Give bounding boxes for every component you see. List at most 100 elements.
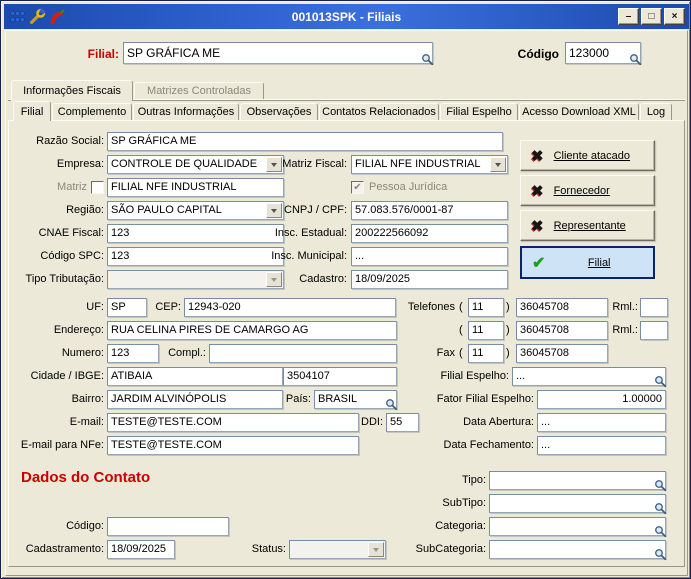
filial-header-input[interactable]: SP GRÁFICA ME <box>123 42 434 66</box>
matriz-fiscal-select[interactable]: FILIAL NFE INDUSTRIAL <box>351 155 508 174</box>
tools-icon <box>29 8 46 25</box>
ibge-value: 3504107 <box>287 370 330 382</box>
email-nfe-label: E-mail para NFe: <box>20 439 104 451</box>
x-icon: ✖ <box>531 147 544 165</box>
tab-label: Outras Informações <box>137 106 235 118</box>
empresa-label: Empresa: <box>56 158 104 170</box>
toggle-filial[interactable]: ✔ Filial <box>520 246 655 279</box>
filial-espelho-input[interactable]: ... <box>512 367 667 388</box>
uf-input[interactable]: SP <box>107 298 147 317</box>
cadastramento-input[interactable]: 18/09/2025 <box>107 540 175 559</box>
cidade-ibge-label: Cidade / IBGE: <box>30 370 104 382</box>
insc-estadual-value: 200222566092 <box>355 227 429 239</box>
lookup-icon[interactable] <box>421 53 434 66</box>
cidade-input[interactable]: ATIBAIA <box>107 367 283 386</box>
contato-codigo-label: Código: <box>66 520 104 532</box>
lookup-icon[interactable] <box>385 398 398 411</box>
empresa-value: CONTROLE DE QUALIDADE <box>111 158 258 170</box>
endereco-input[interactable]: RUA CELINA PIRES DE CAMARGO AG <box>107 321 397 340</box>
data-abertura-value: ... <box>541 416 551 428</box>
maximize-button[interactable]: □ <box>641 8 662 25</box>
subcategoria-input[interactable] <box>489 540 667 561</box>
role-label: Representante <box>553 219 626 232</box>
tab-acesso-download-xml[interactable]: Acesso Download XML <box>519 103 639 120</box>
fator-filial-espelho-input[interactable]: 1.00000 <box>537 390 666 409</box>
lookup-icon[interactable] <box>654 479 667 492</box>
insc-municipal-input[interactable]: ... <box>351 247 508 266</box>
email-input[interactable]: TESTE@TESTE.COM <box>107 413 359 432</box>
codigo-header-input[interactable]: 123000 <box>565 42 642 66</box>
tab-label: Log <box>646 106 666 118</box>
telefones-label: Telefones <box>407 301 455 313</box>
x-icon: ✖ <box>531 182 544 200</box>
razao-social-input[interactable]: SP GRÁFICA ME <box>107 132 503 151</box>
lookup-icon[interactable] <box>654 502 667 515</box>
matriz-checkbox[interactable] <box>91 181 104 194</box>
tipo-input[interactable] <box>489 471 667 492</box>
filial-header-value: SP GRÁFICA ME <box>127 46 221 60</box>
pais-label: País: <box>285 393 311 405</box>
cnpj-cpf-value: 57.083.576/0001-87 <box>355 204 454 216</box>
rml1-input[interactable] <box>640 298 668 317</box>
insc-estadual-label: Insc. Estadual: <box>274 227 347 239</box>
data-fechamento-input[interactable]: ... <box>537 436 666 455</box>
close-button[interactable]: × <box>664 8 685 25</box>
cnae-fiscal-value: 123 <box>111 227 130 239</box>
phone2-number-input[interactable]: 36045708 <box>516 321 608 340</box>
insc-municipal-value: ... <box>355 250 365 262</box>
cadastramento-label: Cadastramento: <box>25 543 104 555</box>
email-label: E-mail: <box>69 416 104 428</box>
numero-value: 123 <box>111 347 130 359</box>
tab-informacoes-fiscais[interactable]: Informações Fiscais <box>11 80 133 101</box>
cadastro-input[interactable]: 18/09/2025 <box>351 270 508 289</box>
tab-matrizes-controladas[interactable]: Matrizes Controladas <box>134 82 264 99</box>
chevron-down-icon[interactable] <box>490 157 506 172</box>
cep-input[interactable]: 12943-020 <box>184 298 396 317</box>
tab-contatos-relacionados[interactable]: Contatos Relacionados <box>319 103 439 120</box>
data-abertura-input[interactable]: ... <box>537 413 666 432</box>
ibge-input[interactable]: 3504107 <box>283 367 397 386</box>
pessoa-juridica-label: Pessoa Jurídica <box>369 181 448 193</box>
insc-estadual-input[interactable]: 200222566092 <box>351 224 508 243</box>
codigo-spc-label: Código SPC: <box>40 250 104 262</box>
toggle-cliente-atacado[interactable]: ✖ Cliente atacado <box>520 140 655 171</box>
contato-codigo-input[interactable] <box>107 517 229 536</box>
cadastro-label: Cadastro: <box>299 273 347 285</box>
rml2-input[interactable] <box>640 321 668 340</box>
subtipo-input[interactable] <box>489 494 667 515</box>
tab-observacoes[interactable]: Observações <box>240 103 318 120</box>
pais-input[interactable]: BRASIL <box>314 390 398 411</box>
numero-input[interactable]: 123 <box>107 344 159 363</box>
toggle-representante[interactable]: ✖ Representante <box>520 210 655 241</box>
lookup-icon[interactable] <box>654 548 667 561</box>
phone1-ddd-input[interactable]: 11 <box>468 298 504 317</box>
bairro-input[interactable]: JARDIM ALVINÓPOLIS <box>107 390 283 409</box>
cnpj-cpf-input[interactable]: 57.083.576/0001-87 <box>351 201 508 220</box>
categoria-input[interactable] <box>489 517 667 538</box>
fax-ddd-input[interactable]: 11 <box>468 344 504 363</box>
tab-label: Filial <box>20 105 44 118</box>
tab-filial-espelho[interactable]: Filial Espelho <box>440 103 518 120</box>
tab-outras-informacoes[interactable]: Outras Informações <box>133 103 239 120</box>
fax-number-input[interactable]: 36045708 <box>516 344 608 363</box>
status-select <box>289 540 386 559</box>
toggle-fornecedor[interactable]: ✖ Fornecedor <box>520 175 655 206</box>
lookup-icon[interactable] <box>629 53 642 66</box>
uf-label: UF: <box>86 301 104 313</box>
tab-log[interactable]: Log <box>640 103 672 120</box>
lookup-icon[interactable] <box>654 375 667 388</box>
titlebar[interactable]: 001013SPK - Filiais – □ × <box>4 4 689 29</box>
minimize-button[interactable]: – <box>618 8 639 25</box>
tab-complemento[interactable]: Complemento <box>52 103 132 120</box>
compl-input[interactable] <box>209 344 397 363</box>
ddi-label: DDI: <box>361 416 383 428</box>
matriz-input: FILIAL NFE INDUSTRIAL <box>107 178 284 197</box>
bairro-value: JARDIM ALVINÓPOLIS <box>111 393 227 405</box>
email-nfe-input[interactable]: TESTE@TESTE.COM <box>107 436 359 455</box>
cadastro-value: 18/09/2025 <box>355 273 411 285</box>
numero-label: Numero: <box>61 347 104 359</box>
lookup-icon[interactable] <box>654 525 667 538</box>
phone1-number-input[interactable]: 36045708 <box>516 298 608 317</box>
phone2-ddd-input[interactable]: 11 <box>468 321 504 340</box>
tab-filial[interactable]: Filial <box>13 101 51 121</box>
